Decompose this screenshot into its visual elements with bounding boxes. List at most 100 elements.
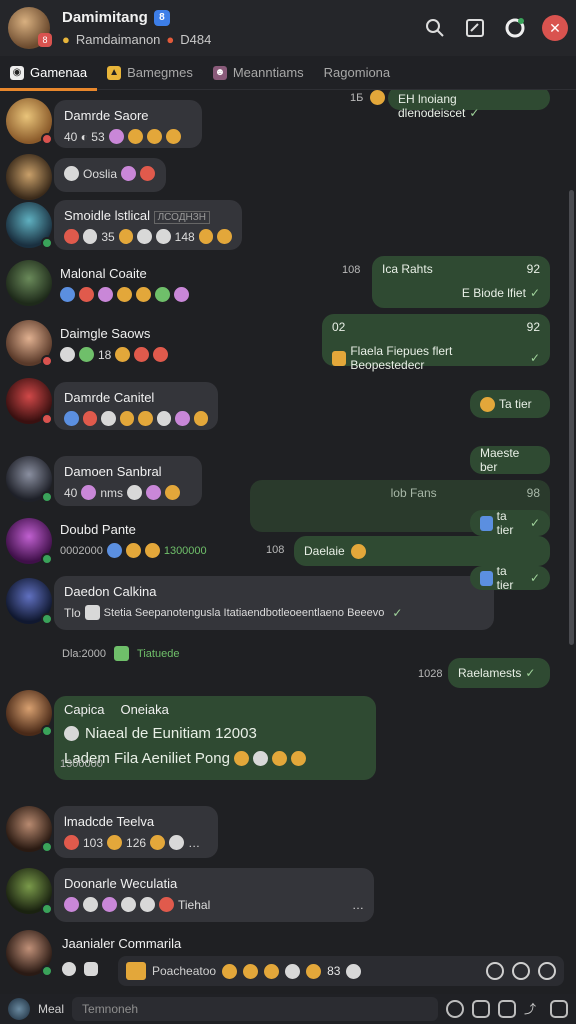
avatar[interactable] [6, 518, 53, 565]
outgoing-message[interactable]: Ica Rahts 92 E Biode lfiet ✓ [372, 256, 550, 308]
attach-icon[interactable] [84, 962, 98, 976]
avatar[interactable] [6, 154, 52, 200]
tab-0[interactable]: ◉ Gamenaa [0, 56, 98, 91]
avatar[interactable] [6, 320, 53, 367]
gift-icon[interactable] [512, 962, 530, 980]
group-avatar[interactable]: 8 [8, 7, 52, 49]
outgoing-message[interactable]: Maeste ber [470, 446, 550, 474]
user-avatar[interactable] [8, 998, 30, 1020]
message-header: Ica Rahts 92 [382, 262, 540, 276]
message-text: Ooslia [83, 166, 118, 181]
emoji-icon [106, 543, 122, 558]
emoji-icon [64, 411, 79, 426]
incoming-message[interactable]: Damrde Canitel [54, 382, 218, 430]
message-text: Daelaie [304, 544, 345, 558]
message-line: Flaela Fiepues flert Beopestedecr ✓ [332, 344, 540, 372]
incoming-message[interactable]: Doubd Pante 0002000 1300000 [60, 522, 207, 558]
avatar[interactable] [6, 690, 53, 737]
chat-area[interactable]: 1Б EH lnoiang dlenodeiscet ✓ Damrde Saore… [0, 90, 576, 988]
scrollbar[interactable] [569, 190, 574, 645]
emoji-icon [79, 347, 94, 362]
emoji-icon [98, 287, 113, 302]
message-text: 103 [83, 835, 104, 850]
sender-name: Daimgle Saows [60, 326, 151, 341]
outgoing-message[interactable]: 02 92 Flaela Fiepues flert Beopestedecr ✓ [322, 314, 550, 372]
emoji-icon [155, 229, 171, 244]
avatar[interactable] [6, 378, 53, 425]
info-icon[interactable] [486, 962, 504, 980]
avatar[interactable] [6, 456, 53, 503]
share-icon[interactable]: ⤴ [524, 1000, 542, 1018]
outgoing-message[interactable]: Raelamests ✓ [448, 658, 550, 688]
bottom-search-input[interactable]: Temnoneh [72, 997, 438, 1021]
emoji-icon [60, 347, 75, 362]
emoji-icon [64, 897, 79, 912]
emoji-icon [243, 963, 259, 979]
more-icon[interactable]: … [352, 898, 364, 912]
incoming-message[interactable]: Daedon Calkina Tlo Stetia Seepanotengusla… [54, 576, 494, 630]
incoming-message[interactable]: Daimgle Saows 18 [60, 326, 169, 362]
avatar[interactable] [6, 806, 53, 853]
incoming-message[interactable]: lmadcde Teelva 103 126… [54, 806, 218, 858]
sender-name-row: Smoidle lstlical ЛСОДНЗН [64, 208, 232, 224]
outgoing-message[interactable]: Daelaie [294, 536, 550, 566]
emoji-icon [60, 287, 75, 302]
emoji-icon [217, 229, 232, 244]
group-title: Damimitang 8 [62, 9, 422, 26]
settings-icon[interactable] [550, 1000, 568, 1018]
incoming-message[interactable]: Doonarle Weculatia Tiehal… [54, 868, 374, 922]
emoji-picker-icon[interactable] [62, 962, 76, 976]
read-check-icon: ✓ [529, 286, 540, 300]
tab-2[interactable]: ☻ Meanntiams [203, 56, 314, 90]
emoji-icon [198, 229, 214, 244]
search-icon[interactable] [422, 15, 448, 41]
emoji-icon [222, 963, 238, 979]
avatar[interactable] [6, 930, 53, 977]
outgoing-message[interactable]: EH lnoiang dlenodeiscet ✓ [388, 90, 550, 120]
incoming-message[interactable]: Ooslia [54, 158, 166, 192]
edit-icon[interactable] [462, 15, 488, 41]
avatar[interactable] [6, 578, 53, 625]
emoji-icon [82, 411, 97, 426]
emoji-icon [81, 485, 97, 500]
composer-left-icons [62, 962, 98, 976]
incoming-message[interactable]: Damoen Sanbral 40 nms [54, 456, 202, 506]
camera-icon[interactable] [472, 1000, 490, 1018]
avatar[interactable] [6, 260, 52, 306]
incoming-message[interactable]: Malonal Coaite [60, 266, 189, 302]
message-text: Raelamests [458, 666, 522, 680]
message-text: Flaela Fiepues flert Beopestedecr [350, 344, 453, 372]
emoji-picker-icon[interactable] [538, 962, 556, 980]
message-num: 02 [332, 320, 346, 334]
close-button[interactable]: ✕ [542, 15, 568, 41]
composer-input[interactable]: Poacheatoo [152, 964, 216, 978]
message-line: 40 ◐ 53 [64, 129, 192, 144]
voice-icon[interactable] [446, 1000, 464, 1018]
emoji-icon [64, 726, 79, 741]
message-line: Tiehal… [64, 897, 364, 912]
avatar[interactable] [6, 98, 53, 145]
message-text: Tlo [64, 605, 81, 620]
sticker-icon[interactable] [126, 962, 146, 980]
emoji-icon [136, 287, 151, 302]
tab-3[interactable]: Ragomiona [314, 56, 401, 90]
message-composer[interactable]: Poacheatoo 83 [118, 956, 564, 986]
more-icon[interactable]: … [188, 836, 200, 850]
emoji-icon [125, 543, 141, 558]
avatar[interactable] [6, 202, 53, 249]
message-line: Ladem Fila Aeniliet Pong [64, 750, 366, 767]
incoming-message[interactable]: Damrde Saore 40 ◐ 53 [54, 100, 202, 148]
chat-header: 8 Damimitang 8 ● Ramdaimanon ● D484 ✕ [0, 0, 576, 56]
tab-label: Gamenaa [30, 65, 88, 80]
tab-1[interactable]: ▲ Bamegmes [97, 56, 203, 90]
outgoing-message[interactable]: Ta tier [470, 390, 550, 418]
outgoing-message[interactable]: ta tier ✓ [470, 509, 550, 537]
avatar[interactable] [6, 868, 53, 915]
message-line: 103 126… [64, 835, 208, 850]
message-line: 40 nms [64, 485, 192, 500]
message-text: ta tier [496, 564, 514, 592]
outgoing-message[interactable]: ta tier ✓ [470, 564, 550, 592]
notification-icon[interactable] [502, 15, 528, 41]
incoming-message[interactable]: Smoidle lstlical ЛСОДНЗН 35 148 [54, 200, 242, 250]
image-icon[interactable] [498, 1000, 516, 1018]
